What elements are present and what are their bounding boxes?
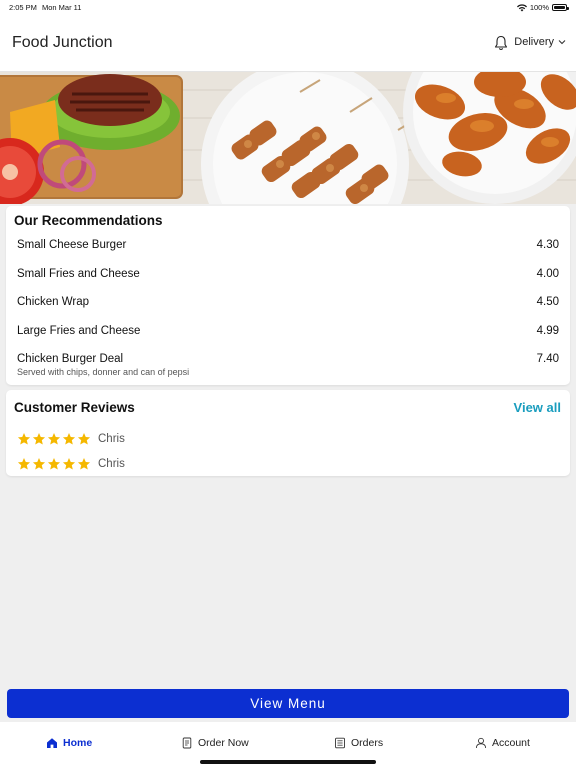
battery-icon <box>552 4 569 11</box>
wifi-icon <box>516 3 527 11</box>
orders-icon <box>335 737 345 749</box>
menu-item-name: Chicken Burger Deal <box>17 353 124 365</box>
star-icon <box>62 458 76 470</box>
home-icon <box>47 738 57 748</box>
menu-item[interactable]: Chicken Wrap 4.50 <box>17 296 559 308</box>
menu-item-name: Small Fries and Cheese <box>17 268 140 280</box>
home-indicator <box>200 760 376 764</box>
star-icon <box>77 458 91 470</box>
tab-orders-label: Orders <box>351 737 384 749</box>
recommendations-card: Our Recommendations Small Cheese Burger … <box>6 206 570 385</box>
star-rating <box>17 432 91 446</box>
hero-banner-image <box>0 72 576 204</box>
restaurant-title: Food Junction <box>12 34 113 51</box>
view-all-reviews-link[interactable]: View all <box>514 400 561 415</box>
tab-order-now[interactable]: Order Now <box>181 737 249 749</box>
tab-orders[interactable]: Orders <box>334 737 383 749</box>
tab-home[interactable]: Home <box>46 737 92 749</box>
view-menu-button[interactable]: View Menu <box>7 689 569 718</box>
star-icon <box>17 458 31 470</box>
recommendations-title: Our Recommendations <box>14 213 163 228</box>
menu-item-price: 4.99 <box>536 325 559 337</box>
customer-reviews-card: Customer Reviews View all Chris Chris <box>6 390 570 476</box>
battery-percent: 100% <box>529 3 549 12</box>
status-bar: 2:05 PM Mon Mar 11 100% <box>0 0 576 14</box>
status-time: 2:05 PM <box>9 3 37 12</box>
bell-icon[interactable] <box>494 35 508 51</box>
bottom-tab-bar: Home Order Now Orders Account <box>0 722 576 768</box>
star-icon <box>17 433 31 445</box>
star-icon <box>47 433 61 445</box>
star-icon <box>77 433 91 445</box>
menu-item-price: 4.30 <box>536 239 559 251</box>
menu-item-price: 4.50 <box>536 296 559 308</box>
menu-item-price: 4.00 <box>536 268 559 280</box>
reviewer-name: Chris <box>98 433 125 445</box>
status-right: 100% <box>516 3 569 12</box>
menu-item-price: 7.40 <box>536 353 559 365</box>
delivery-selector[interactable]: Delivery <box>514 36 566 48</box>
order-icon <box>182 737 192 749</box>
review-item: Chris <box>17 457 125 471</box>
menu-item[interactable]: Large Fries and Cheese 4.99 <box>17 325 559 337</box>
app-header: Food Junction Delivery <box>0 14 576 72</box>
star-icon <box>62 433 76 445</box>
reviewer-name: Chris <box>98 458 125 470</box>
menu-item-name: Small Cheese Burger <box>17 239 127 251</box>
menu-item-name: Large Fries and Cheese <box>17 325 141 337</box>
star-icon <box>32 433 46 445</box>
reviews-title: Customer Reviews <box>14 400 135 415</box>
tab-account[interactable]: Account <box>475 737 530 749</box>
star-icon <box>32 458 46 470</box>
star-rating <box>17 457 91 471</box>
status-date: Mon Mar 11 <box>42 3 82 12</box>
review-item: Chris <box>17 432 125 446</box>
menu-item[interactable]: Small Fries and Cheese 4.00 <box>17 268 559 280</box>
menu-item[interactable]: Small Cheese Burger 4.30 <box>17 239 559 251</box>
chevron-down-icon <box>558 40 566 45</box>
menu-item[interactable]: Chicken Burger Deal 7.40 Served with chi… <box>17 353 559 377</box>
tab-home-label: Home <box>63 737 93 749</box>
tab-order-now-label: Order Now <box>198 737 249 749</box>
account-icon <box>475 737 487 749</box>
star-icon <box>47 458 61 470</box>
menu-item-name: Chicken Wrap <box>17 296 90 308</box>
tab-account-label: Account <box>492 737 530 749</box>
menu-item-description: Served with chips, donner and can of pep… <box>17 367 190 377</box>
delivery-label: Delivery <box>514 36 554 48</box>
